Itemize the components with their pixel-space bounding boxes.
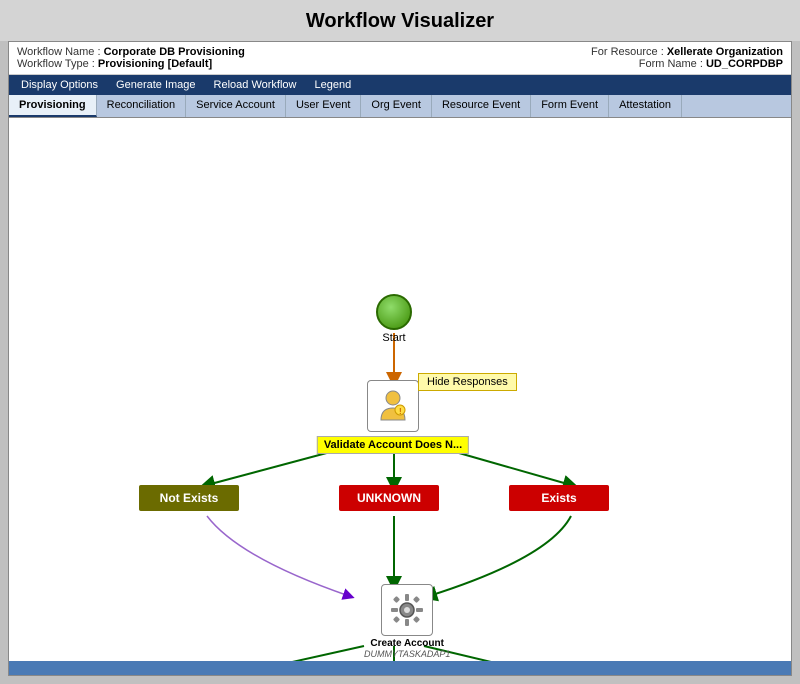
create-account-label: Create Account [364, 638, 450, 649]
app-container: Workflow Visualizer Workflow Name : Corp… [0, 0, 800, 684]
not-exists-outcome[interactable]: Not Exists [139, 485, 239, 511]
reload-workflow-button[interactable]: Reload Workflow [206, 77, 305, 93]
tab-attestation[interactable]: Attestation [609, 95, 682, 117]
create-account-adapter: DUMMYTASKADAP1 [364, 649, 450, 659]
unknown-top-outcome[interactable]: UNKNOWN [339, 485, 439, 511]
hide-responses-tooltip[interactable]: Hide Responses [418, 373, 517, 391]
validate-task-icon-box: ! Hide Responses [367, 380, 419, 432]
display-options-button[interactable]: Display Options [13, 77, 106, 93]
for-resource-value: Xellerate Organization [667, 46, 783, 58]
validate-label: Validate Account Does N... [317, 436, 469, 454]
form-name-label: Form Name : [639, 58, 703, 70]
tab-provisioning[interactable]: Provisioning [9, 95, 97, 117]
workflow-name-value: Corporate DB Provisioning [104, 46, 245, 58]
bottom-bar [9, 661, 791, 675]
task-person-icon: ! [375, 388, 411, 424]
legend-button[interactable]: Legend [307, 77, 360, 93]
workflow-type-label: Workflow Type : [17, 58, 95, 70]
tab-user-event[interactable]: User Event [286, 95, 361, 117]
start-node: Start [376, 294, 412, 344]
gear-icon [389, 592, 425, 628]
info-bar: Workflow Name : Corporate DB Provisionin… [9, 42, 791, 75]
workflow-name-label: Workflow Name : [17, 46, 101, 58]
workflow-type-value: Provisioning [Default] [98, 58, 212, 70]
tab-form-event[interactable]: Form Event [531, 95, 609, 117]
workflow-canvas: Start ! Hide Responses Validate Accoun [9, 118, 791, 661]
exists-button[interactable]: Exists [509, 485, 609, 511]
exists-outcome[interactable]: Exists [509, 485, 609, 511]
not-exists-button[interactable]: Not Exists [139, 485, 239, 511]
create-account-node[interactable]: Create Account DUMMYTASKADAP1 [364, 584, 450, 659]
main-panel: Workflow Name : Corporate DB Provisionin… [8, 41, 792, 676]
form-name-value: UD_CORPDBP [706, 58, 783, 70]
tab-reconciliation[interactable]: Reconciliation [97, 95, 186, 117]
tab-service-account[interactable]: Service Account [186, 95, 286, 117]
svg-text:!: ! [399, 407, 402, 416]
create-account-icon-box [381, 584, 433, 636]
toolbar: Display Options Generate Image Reload Wo… [9, 75, 791, 95]
tab-resource-event[interactable]: Resource Event [432, 95, 531, 117]
page-title: Workflow Visualizer [0, 0, 800, 41]
validate-task-node[interactable]: ! Hide Responses Validate Account Does N… [367, 380, 419, 432]
tab-org-event[interactable]: Org Event [361, 95, 432, 117]
start-label: Start [376, 332, 412, 344]
generate-image-button[interactable]: Generate Image [108, 77, 204, 93]
tabs-bar: Provisioning Reconciliation Service Acco… [9, 95, 791, 118]
unknown-top-button[interactable]: UNKNOWN [339, 485, 439, 511]
for-resource-label: For Resource : [591, 46, 664, 58]
start-circle [376, 294, 412, 330]
